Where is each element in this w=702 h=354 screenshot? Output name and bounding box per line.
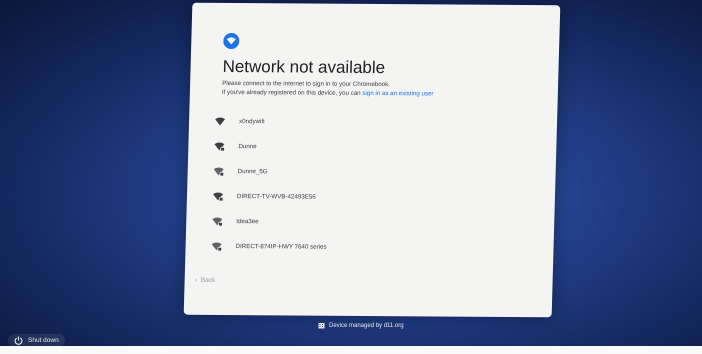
- wifi-lock-icon: [214, 142, 225, 151]
- network-name: Dunne_5G: [237, 168, 268, 176]
- network-list: x0ndywifi Dunne Dunne_5G DIRECT-TV-WVB-4…: [211, 109, 535, 261]
- wifi-icon: [215, 117, 226, 126]
- wifi-lock-icon: [211, 242, 222, 251]
- network-name: DIRECT-TV-WVB-42493E56: [236, 193, 316, 201]
- network-item[interactable]: DIRECT-874IP-HWY 7640 series: [211, 234, 532, 261]
- device-managed-notice: Device managed by d11.org: [318, 322, 404, 329]
- description-line-2: If you've already registered on this dev…: [222, 88, 532, 99]
- network-item[interactable]: Dunne_5G: [213, 159, 534, 186]
- wifi-lock-icon: [213, 192, 224, 201]
- wifi-icon: [223, 32, 240, 49]
- network-name: x0ndywifi: [238, 118, 265, 126]
- network-dialog: Network not available Please connect to …: [183, 2, 561, 318]
- shutdown-label: Shut down: [28, 337, 59, 344]
- network-item[interactable]: x0ndywifi: [215, 109, 536, 136]
- wifi-lock-icon: [212, 217, 223, 226]
- bottom-strip: [0, 346, 702, 354]
- network-name: Dunne: [238, 143, 257, 151]
- network-item[interactable]: DIRECT-TV-WVB-42493E56: [213, 184, 534, 211]
- sign-in-existing-user-link[interactable]: sign in as an existing user: [362, 90, 433, 97]
- network-item[interactable]: Idea3ee: [212, 209, 533, 236]
- description-line-2-text: If you've already registered on this dev…: [221, 88, 363, 97]
- wifi-lock-icon: [213, 167, 224, 176]
- network-name: DIRECT-874IP-HWY 7640 series: [235, 243, 327, 251]
- back-button[interactable]: ‹ Back: [195, 277, 216, 284]
- description: Please connect to the internet to sign i…: [222, 79, 532, 99]
- chevron-left-icon: ‹: [194, 276, 197, 284]
- network-name: Idea3ee: [236, 218, 259, 226]
- back-label: Back: [200, 276, 216, 284]
- power-icon: [14, 336, 23, 345]
- page-title: Network not available: [222, 56, 386, 78]
- managed-label: Device managed by d11.org: [329, 322, 404, 329]
- network-item[interactable]: Dunne: [214, 134, 535, 161]
- building-icon: [318, 323, 325, 329]
